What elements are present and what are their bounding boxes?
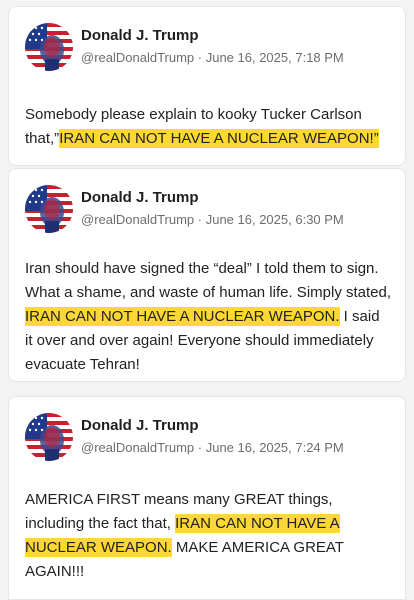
meta-separator: · <box>194 212 206 227</box>
post-text: Somebody please explain to kooky Tucker … <box>25 103 391 151</box>
author-name[interactable]: Donald J. Trump <box>81 27 199 44</box>
avatar[interactable] <box>25 413 73 461</box>
post-timestamp[interactable]: June 16, 2025, 6:30 PM <box>206 212 344 227</box>
post-timestamp[interactable]: June 16, 2025, 7:24 PM <box>206 440 344 455</box>
post-text-start: Iran should have signed the “deal” I tol… <box>25 260 392 301</box>
post-meta: @realDonaldTrump · June 16, 2025, 6:30 P… <box>81 212 344 227</box>
meta-separator: · <box>194 440 206 455</box>
post-card[interactable]: Donald J. Trump @realDonaldTrump · June … <box>8 396 406 600</box>
post-card[interactable]: Donald J. Trump @realDonaldTrump · June … <box>8 6 406 166</box>
author-handle[interactable]: @realDonaldTrump <box>81 440 194 455</box>
post-card[interactable]: Donald J. Trump @realDonaldTrump · June … <box>8 168 406 382</box>
post-text: Iran should have signed the “deal” I tol… <box>25 257 391 377</box>
author-handle[interactable]: @realDonaldTrump <box>81 212 194 227</box>
meta-separator: · <box>194 50 206 65</box>
post-meta: @realDonaldTrump · June 16, 2025, 7:18 P… <box>81 50 344 65</box>
author-handle[interactable]: @realDonaldTrump <box>81 50 194 65</box>
author-name[interactable]: Donald J. Trump <box>81 189 199 206</box>
post-text: AMERICA FIRST means many GREAT things, i… <box>25 488 391 584</box>
highlighted-text: IRAN CAN NOT HAVE A NUCLEAR WEAPON. <box>25 307 340 326</box>
highlighted-text: IRAN CAN NOT HAVE A NUCLEAR WEAPON!” <box>59 129 379 148</box>
avatar[interactable] <box>25 185 73 233</box>
post-feed: Donald J. Trump @realDonaldTrump · June … <box>0 0 414 600</box>
avatar[interactable] <box>25 23 73 71</box>
post-meta: @realDonaldTrump · June 16, 2025, 7:24 P… <box>81 440 344 455</box>
author-name[interactable]: Donald J. Trump <box>81 417 199 434</box>
post-timestamp[interactable]: June 16, 2025, 7:18 PM <box>206 50 344 65</box>
